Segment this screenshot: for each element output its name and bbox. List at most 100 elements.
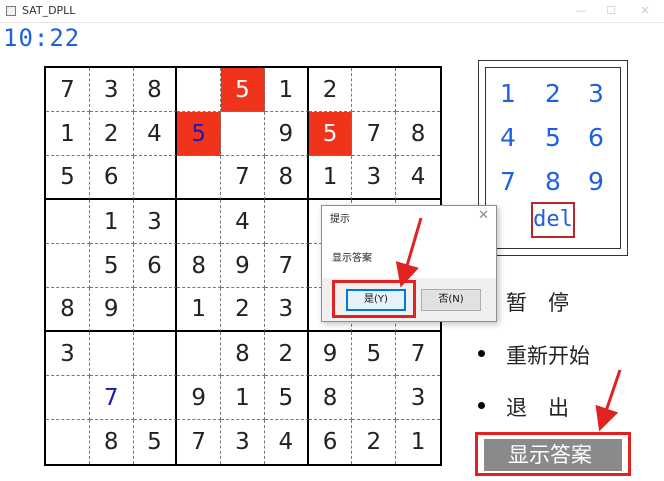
sudoku-cell[interactable]: 6 bbox=[89, 156, 134, 200]
sudoku-cell[interactable]: 9 bbox=[89, 288, 134, 332]
sudoku-cell[interactable]: 1 bbox=[89, 200, 134, 244]
sudoku-cell[interactable] bbox=[221, 112, 265, 156]
delete-key[interactable]: del bbox=[531, 202, 575, 238]
sudoku-cell[interactable]: 2 bbox=[89, 112, 134, 156]
sudoku-cell[interactable]: 5 bbox=[352, 332, 397, 376]
sudoku-cell[interactable]: 3 bbox=[133, 200, 178, 244]
key-4[interactable]: 4 bbox=[488, 120, 528, 156]
sudoku-cell[interactable]: 9 bbox=[177, 376, 222, 420]
sudoku-cell[interactable]: 8 bbox=[90, 420, 134, 464]
key-6[interactable]: 6 bbox=[576, 120, 616, 156]
bullet-icon bbox=[478, 402, 485, 409]
sudoku-cell[interactable]: 2 bbox=[352, 420, 397, 464]
game-clock: 10:22 bbox=[3, 24, 81, 52]
sudoku-cell[interactable]: 7 bbox=[396, 332, 440, 376]
sudoku-cell[interactable]: 7 bbox=[352, 112, 397, 156]
sudoku-cell[interactable]: 6 bbox=[309, 420, 353, 464]
show-answer-button[interactable]: 显示答案 bbox=[484, 439, 622, 471]
sudoku-cell[interactable]: 7 bbox=[177, 420, 222, 464]
sudoku-cell[interactable]: 8 bbox=[221, 332, 265, 376]
sudoku-cell[interactable]: 6 bbox=[133, 244, 178, 288]
sudoku-cell[interactable]: 2 bbox=[221, 288, 265, 332]
sudoku-cell[interactable]: 9 bbox=[221, 244, 265, 288]
key-8[interactable]: 8 bbox=[533, 164, 573, 200]
sudoku-cell[interactable]: 3 bbox=[396, 376, 440, 420]
sudoku-cell[interactable]: 3 bbox=[264, 288, 309, 332]
pause-label: 暂 停 bbox=[506, 291, 569, 315]
maximize-button[interactable]: ☐ bbox=[596, 3, 626, 19]
sudoku-cell[interactable]: 2 bbox=[308, 68, 353, 112]
sudoku-cell[interactable]: 7 bbox=[264, 244, 309, 288]
sudoku-cell[interactable]: 4 bbox=[265, 420, 309, 464]
sudoku-cell[interactable] bbox=[46, 244, 90, 288]
dialog-title: 提示 bbox=[330, 214, 350, 225]
sudoku-cell[interactable]: 9 bbox=[308, 332, 353, 376]
sudoku-cell[interactable]: 8 bbox=[133, 68, 178, 112]
sudoku-cell[interactable]: 5 bbox=[264, 376, 309, 420]
sudoku-cell[interactable]: 5 bbox=[134, 420, 178, 464]
sudoku-cell[interactable] bbox=[177, 68, 222, 112]
sudoku-cell[interactable]: 5 bbox=[177, 112, 222, 156]
sudoku-cell[interactable] bbox=[133, 288, 178, 332]
close-button[interactable]: ✕ bbox=[630, 3, 660, 19]
sudoku-cell[interactable] bbox=[396, 68, 440, 112]
sudoku-cell[interactable]: 7 bbox=[221, 156, 265, 200]
yes-button-highlight bbox=[332, 280, 416, 318]
show-answer-highlight: 显示答案 bbox=[475, 432, 631, 476]
sudoku-cell[interactable]: 3 bbox=[46, 332, 90, 376]
minimize-button[interactable]: — bbox=[566, 3, 596, 19]
sudoku-cell[interactable] bbox=[177, 156, 222, 200]
sudoku-cell[interactable] bbox=[133, 156, 178, 200]
sudoku-cell[interactable]: 1 bbox=[396, 420, 440, 464]
sudoku-cell[interactable]: 1 bbox=[177, 288, 222, 332]
sudoku-cell[interactable]: 7 bbox=[89, 376, 134, 420]
sudoku-cell[interactable]: 4 bbox=[221, 200, 265, 244]
sudoku-cell[interactable] bbox=[46, 200, 90, 244]
sudoku-cell[interactable]: 1 bbox=[308, 156, 353, 200]
dialog-message: 显示答案 bbox=[332, 253, 372, 264]
sudoku-cell[interactable]: 5 bbox=[89, 244, 134, 288]
title-bar: SAT_DPLL — ☐ ✕ bbox=[0, 0, 664, 23]
sudoku-cell[interactable]: 9 bbox=[264, 112, 309, 156]
sudoku-cell[interactable] bbox=[89, 332, 134, 376]
arrow-to-answer-icon bbox=[595, 369, 622, 432]
key-3[interactable]: 3 bbox=[576, 76, 616, 112]
sudoku-cell[interactable]: 8 bbox=[46, 288, 90, 332]
sudoku-cell[interactable] bbox=[352, 376, 397, 420]
sudoku-cell[interactable]: 3 bbox=[221, 420, 265, 464]
key-7[interactable]: 7 bbox=[488, 164, 528, 200]
sudoku-cell[interactable]: 4 bbox=[396, 156, 440, 200]
key-2[interactable]: 2 bbox=[533, 76, 573, 112]
sudoku-cell[interactable]: 7 bbox=[46, 68, 90, 112]
sudoku-cell[interactable] bbox=[133, 376, 178, 420]
key-5[interactable]: 5 bbox=[533, 120, 573, 156]
sudoku-cell[interactable]: 8 bbox=[308, 376, 353, 420]
key-9[interactable]: 9 bbox=[576, 164, 616, 200]
sudoku-cell[interactable] bbox=[352, 68, 397, 112]
sudoku-cell[interactable]: 1 bbox=[46, 112, 90, 156]
sudoku-cell[interactable]: 1 bbox=[264, 68, 309, 112]
sudoku-cell[interactable] bbox=[46, 420, 90, 464]
sudoku-cell[interactable] bbox=[177, 332, 222, 376]
sudoku-cell[interactable]: 4 bbox=[133, 112, 178, 156]
sudoku-cell[interactable] bbox=[177, 200, 222, 244]
sudoku-cell[interactable]: 3 bbox=[352, 156, 397, 200]
sudoku-cell[interactable]: 5 bbox=[46, 156, 90, 200]
window-title: SAT_DPLL bbox=[22, 4, 76, 17]
sudoku-cell[interactable]: 2 bbox=[264, 332, 309, 376]
sudoku-cell[interactable] bbox=[46, 376, 90, 420]
sudoku-cell[interactable]: 5 bbox=[221, 68, 265, 112]
sudoku-cell[interactable] bbox=[264, 200, 309, 244]
sudoku-cell[interactable]: 3 bbox=[89, 68, 134, 112]
number-keypad: 1 2 3 4 5 6 7 8 9 del bbox=[478, 60, 628, 256]
app-icon bbox=[6, 6, 16, 16]
sudoku-cell[interactable]: 8 bbox=[177, 244, 222, 288]
sudoku-cell[interactable] bbox=[133, 332, 178, 376]
sudoku-cell[interactable]: 1 bbox=[221, 376, 265, 420]
dialog-close-icon[interactable]: ✕ bbox=[478, 208, 489, 223]
key-1[interactable]: 1 bbox=[488, 76, 528, 112]
sudoku-cell[interactable]: 8 bbox=[264, 156, 309, 200]
sudoku-cell[interactable]: 8 bbox=[396, 112, 440, 156]
sudoku-cell[interactable]: 5 bbox=[308, 112, 353, 156]
no-button[interactable]: 否(N) bbox=[421, 289, 481, 311]
